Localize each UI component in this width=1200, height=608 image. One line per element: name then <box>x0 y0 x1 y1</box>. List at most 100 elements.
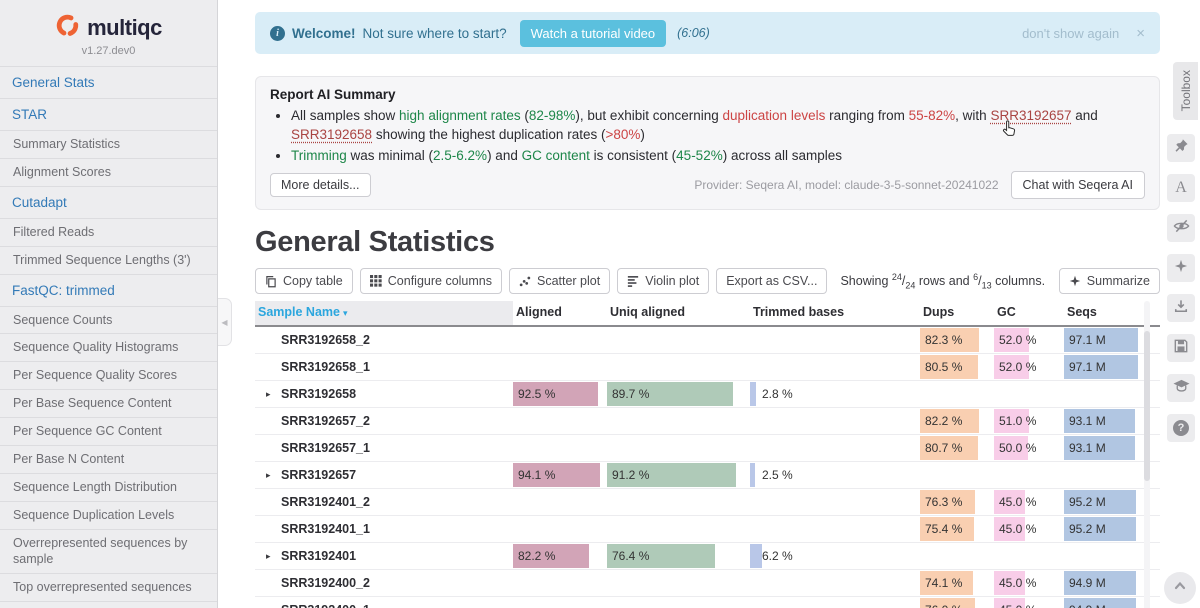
sidebar-item-trimmed-sequence-lengths-3[interactable]: Trimmed Sequence Lengths (3') <box>0 246 217 274</box>
sample-name-cell[interactable]: ▸SRR3192401 <box>255 543 513 569</box>
highlight-samples-button[interactable]: A <box>1167 174 1195 202</box>
configure-columns-button[interactable]: Configure columns <box>360 268 502 294</box>
sidebar-item-sequence-duplication-levels[interactable]: Sequence Duplication Levels <box>0 501 217 529</box>
sample-name-cell[interactable]: SRR3192657_1 <box>255 435 513 461</box>
sample-name-cell[interactable]: SRR3192401_2 <box>255 489 513 515</box>
sample-name-cell[interactable]: ▸SRR3192657 <box>255 462 513 488</box>
dups-value: 82.3 % <box>920 333 962 347</box>
table-row: SRR3192401_276.3 %45.0 %95.2 M <box>255 489 1160 516</box>
uniq-cell: 89.7 % <box>607 381 750 407</box>
aligned-value: 92.5 % <box>513 387 555 401</box>
sample-name: SRR3192657_2 <box>281 414 370 428</box>
scatter-plot-button[interactable]: Scatter plot <box>509 268 610 294</box>
dups-value: 76.0 % <box>920 603 962 608</box>
expand-row-icon[interactable]: ▸ <box>266 462 271 488</box>
sidebar-item-alignment-scores[interactable]: Alignment Scores <box>0 158 217 186</box>
button-label: Scatter plot <box>537 274 600 288</box>
sidebar-item-cutadapt[interactable]: Cutadapt <box>0 186 217 218</box>
sample-name: SRR3192401_1 <box>281 522 370 536</box>
dups-cell: 80.7 % <box>920 435 994 461</box>
sample-link[interactable]: SRR3192657 <box>990 108 1071 123</box>
sidebar-collapse-handle[interactable]: ◀ <box>218 298 232 346</box>
sidebar-item-sequence-counts[interactable]: Sequence Counts <box>0 306 217 334</box>
sample-name-cell[interactable]: SRR3192400_2 <box>255 570 513 596</box>
sidebar-item-summary-statistics[interactable]: Summary Statistics <box>0 130 217 158</box>
seqs-value: 94.9 M <box>1064 603 1106 608</box>
seqs-value: 93.1 M <box>1064 441 1106 455</box>
dont-show-again-link[interactable]: don't show again <box>1022 26 1119 41</box>
sample-name-cell[interactable]: SRR3192401_1 <box>255 516 513 542</box>
sidebar-item-adapter-content[interactable]: Adapter Content <box>0 601 217 608</box>
toolbar-buttons: Copy table Configure columns Scatter plot V… <box>255 268 827 294</box>
column-header-dups[interactable]: Dups <box>920 301 994 325</box>
seqs-cell: 97.1 M <box>1064 327 1142 353</box>
sample-name-cell[interactable]: SRR3192657_2 <box>255 408 513 434</box>
scroll-to-top-button[interactable] <box>1164 572 1196 604</box>
sidebar-item-star[interactable]: STAR <box>0 98 217 130</box>
multiqc-logo[interactable]: multiqc <box>0 0 217 43</box>
column-header-sample-name[interactable]: Sample Name▾ <box>255 301 513 325</box>
sidebar-item-per-sequence-gc-content[interactable]: Per Sequence GC Content <box>0 417 217 445</box>
summary-text-segment: 45-52% <box>676 148 723 163</box>
pin-button[interactable] <box>1167 134 1195 162</box>
expand-row-icon[interactable]: ▸ <box>266 543 271 569</box>
gc-cell: 52.0 % <box>994 327 1064 353</box>
sample-link[interactable]: SRR3192658 <box>291 127 372 142</box>
sidebar-item-per-base-n-content[interactable]: Per Base N Content <box>0 445 217 473</box>
sidebar-item-per-sequence-quality-scores[interactable]: Per Sequence Quality Scores <box>0 361 217 389</box>
sample-name: SRR3192658_1 <box>281 360 370 374</box>
chat-with-seqera-button[interactable]: Chat with Seqera AI <box>1011 171 1145 199</box>
hide-samples-button[interactable] <box>1167 214 1195 242</box>
aligned-value: 94.1 % <box>513 468 555 482</box>
sidebar-item-top-overrepresented-sequences[interactable]: Top overrepresented sequences <box>0 573 217 601</box>
sidebar-item-overrepresented-sequences-by-sample[interactable]: Overrepresented sequences by sample <box>0 529 217 574</box>
sidebar-item-per-base-sequence-content[interactable]: Per Base Sequence Content <box>0 389 217 417</box>
summarize-button[interactable]: Summarize <box>1059 268 1160 294</box>
violin-plot-button[interactable]: Violin plot <box>617 268 709 294</box>
save-button[interactable] <box>1167 334 1195 362</box>
pin-icon <box>1174 138 1189 158</box>
gc-value: 45.0 % <box>994 522 1036 536</box>
expand-row-icon[interactable]: ▸ <box>266 381 271 407</box>
copy-table-button[interactable]: Copy table <box>255 268 353 294</box>
export-as-csv-button[interactable]: Export as CSV... <box>716 268 827 294</box>
sidebar-item-sequence-length-distribution[interactable]: Sequence Length Distribution <box>0 473 217 501</box>
dups-value: 76.3 % <box>920 495 962 509</box>
close-icon[interactable]: × <box>1136 25 1145 42</box>
column-header-uniq-aligned[interactable]: Uniq aligned <box>607 301 750 325</box>
sample-name-cell[interactable]: ▸SRR3192658 <box>255 381 513 407</box>
ai-button[interactable] <box>1167 254 1195 282</box>
table-row: ▸SRR319265794.1 %91.2 %2.5 % <box>255 462 1160 489</box>
watch-tutorial-button[interactable]: Watch a tutorial video <box>520 20 667 47</box>
ai-summary-card: Report AI Summary All samples show high … <box>255 76 1160 210</box>
help-button[interactable]: ? <box>1167 414 1195 442</box>
uniq-cell <box>607 489 750 515</box>
tutorial-button[interactable] <box>1167 374 1195 402</box>
sidebar-item-fastqc-trimmed[interactable]: FastQC: trimmed <box>0 274 217 306</box>
sample-name-cell[interactable]: SRR3192400_1 <box>255 597 513 608</box>
sidebar-item-general-stats[interactable]: General Stats <box>0 66 217 98</box>
uniq-cell <box>607 327 750 353</box>
summary-text-segment: All samples show <box>291 108 399 123</box>
toolbox-tab[interactable]: Toolbox <box>1173 62 1198 120</box>
tutorial-icon <box>1173 379 1190 398</box>
table-row: ▸SRR319265892.5 %89.7 %2.8 % <box>255 381 1160 408</box>
column-header-gc[interactable]: GC <box>994 301 1064 325</box>
page-title: General Statistics <box>255 226 1160 259</box>
column-header-seqs[interactable]: Seqs <box>1064 301 1142 325</box>
more-details-button[interactable]: More details... <box>270 173 371 197</box>
gc-cell: 50.0 % <box>994 435 1064 461</box>
aligned-cell <box>513 597 607 608</box>
table-scrollbar[interactable] <box>1144 301 1150 608</box>
sidebar-item-filtered-reads[interactable]: Filtered Reads <box>0 218 217 246</box>
sidebar-item-sequence-quality-histograms[interactable]: Sequence Quality Histograms <box>0 333 217 361</box>
column-header-trimmed-bases[interactable]: Trimmed bases <box>750 301 920 325</box>
download-button[interactable] <box>1167 294 1195 322</box>
column-header-aligned[interactable]: Aligned <box>513 301 607 325</box>
trimmed-cell <box>750 354 920 380</box>
sample-name-cell[interactable]: SRR3192658_1 <box>255 354 513 380</box>
aligned-cell <box>513 489 607 515</box>
ai-summary-footer: More details... Provider: Seqera AI, mod… <box>270 171 1145 199</box>
sample-name-cell[interactable]: SRR3192658_2 <box>255 327 513 353</box>
trimmed-cell: 6.2 % <box>750 543 920 569</box>
